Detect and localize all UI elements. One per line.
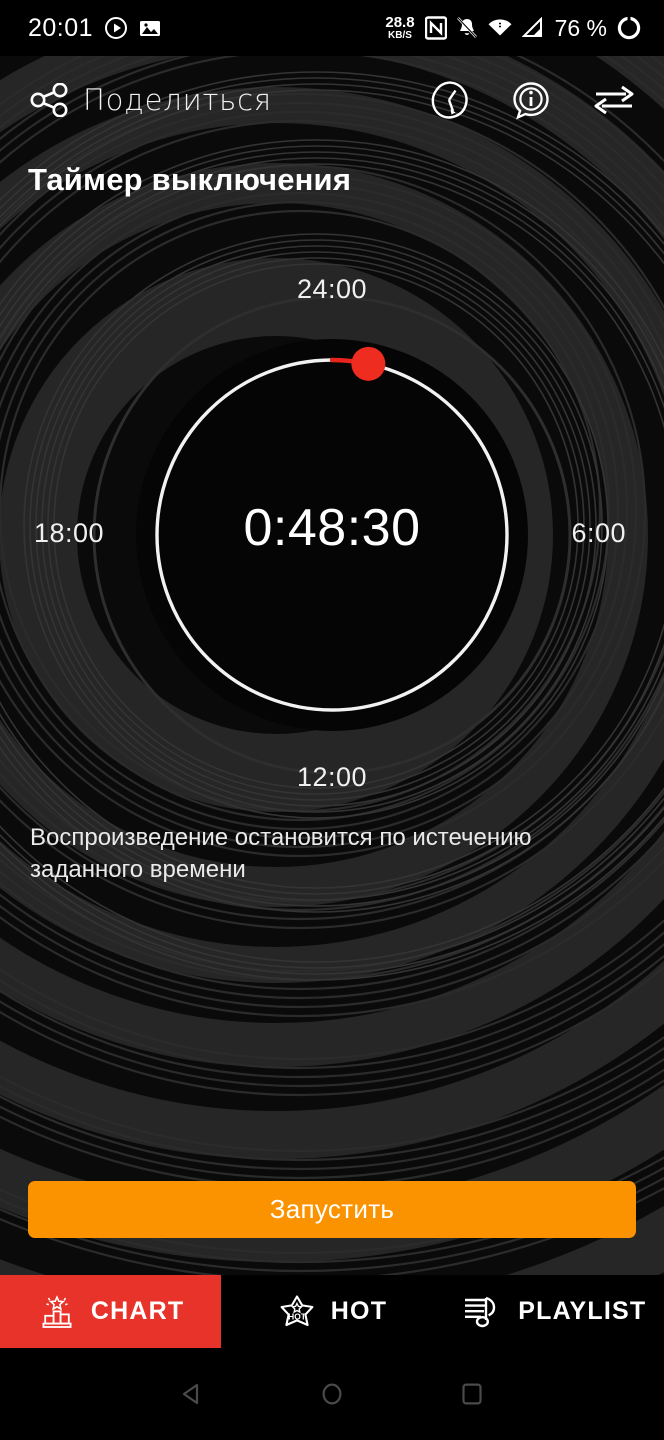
nfc-icon — [424, 16, 447, 40]
share-nodes-icon — [30, 82, 70, 118]
dial-label-top: 24:00 — [296, 274, 368, 304]
recents-square-icon[interactable] — [457, 1379, 487, 1409]
share-button[interactable]: Поделиться — [30, 82, 272, 118]
nav-item-playlist[interactable]: PLAYLIST — [443, 1275, 664, 1348]
app-bar-actions — [428, 79, 636, 121]
image-icon — [139, 17, 161, 39]
svg-text:HOT: HOT — [288, 1311, 307, 1321]
dial-knob[interactable] — [351, 346, 386, 381]
dial-description: Воспроизведение остановится по истечению… — [30, 824, 532, 884]
nav-label-hot: HOT — [330, 1297, 388, 1325]
info-bubble-icon[interactable] — [510, 79, 552, 121]
app-bar: Поделиться — [0, 56, 664, 144]
wifi-icon — [487, 17, 513, 39]
phone-screen: 20:01 28.8 KB/S 76 % Поделиться Таймер в… — [0, 0, 664, 1440]
nav-item-chart[interactable]: CHART — [0, 1275, 222, 1348]
status-bar-right: 28.8 KB/S 76 % — [385, 15, 642, 42]
status-bar: 20:01 28.8 KB/S 76 % — [0, 0, 664, 56]
cellular-signal-icon — [521, 16, 544, 39]
share-label: Поделиться — [83, 83, 272, 117]
nav-label-playlist: PLAYLIST — [518, 1297, 647, 1325]
sleep-timer-icon[interactable] — [428, 79, 470, 121]
dial-label-bottom: 12:00 — [296, 762, 368, 792]
start-timer-button[interactable]: Запустить — [28, 1181, 636, 1238]
podium-chart-icon — [37, 1292, 77, 1332]
network-speed: 28.8 KB/S — [385, 14, 415, 41]
bottom-navigation: CHART HOT HOT PLAYLIST — [0, 1275, 664, 1348]
battery-ring-icon — [616, 15, 642, 41]
nav-item-hot[interactable]: HOT HOT — [221, 1275, 442, 1348]
dial-remaining-time: 0:48:30 — [243, 499, 421, 557]
play-circle-icon — [104, 16, 128, 40]
notifications-muted-icon — [456, 16, 478, 40]
playlist-note-icon — [460, 1292, 504, 1332]
status-bar-left: 20:01 — [28, 14, 161, 43]
home-circle-icon[interactable] — [317, 1379, 347, 1409]
back-triangle-icon[interactable] — [177, 1379, 207, 1409]
android-navigation-bar — [0, 1348, 664, 1440]
nav-label-chart: CHART — [90, 1297, 185, 1325]
hot-star-icon: HOT — [277, 1292, 317, 1332]
status-clock: 20:01 — [28, 13, 94, 42]
page-title: Таймер выключения — [28, 162, 352, 197]
battery-percent: 76 % — [554, 14, 607, 41]
swap-arrows-icon[interactable] — [592, 83, 636, 117]
sleep-timer-dial[interactable]: 24:00 6:00 12:00 18:00 0:48:30 — [0, 250, 664, 820]
